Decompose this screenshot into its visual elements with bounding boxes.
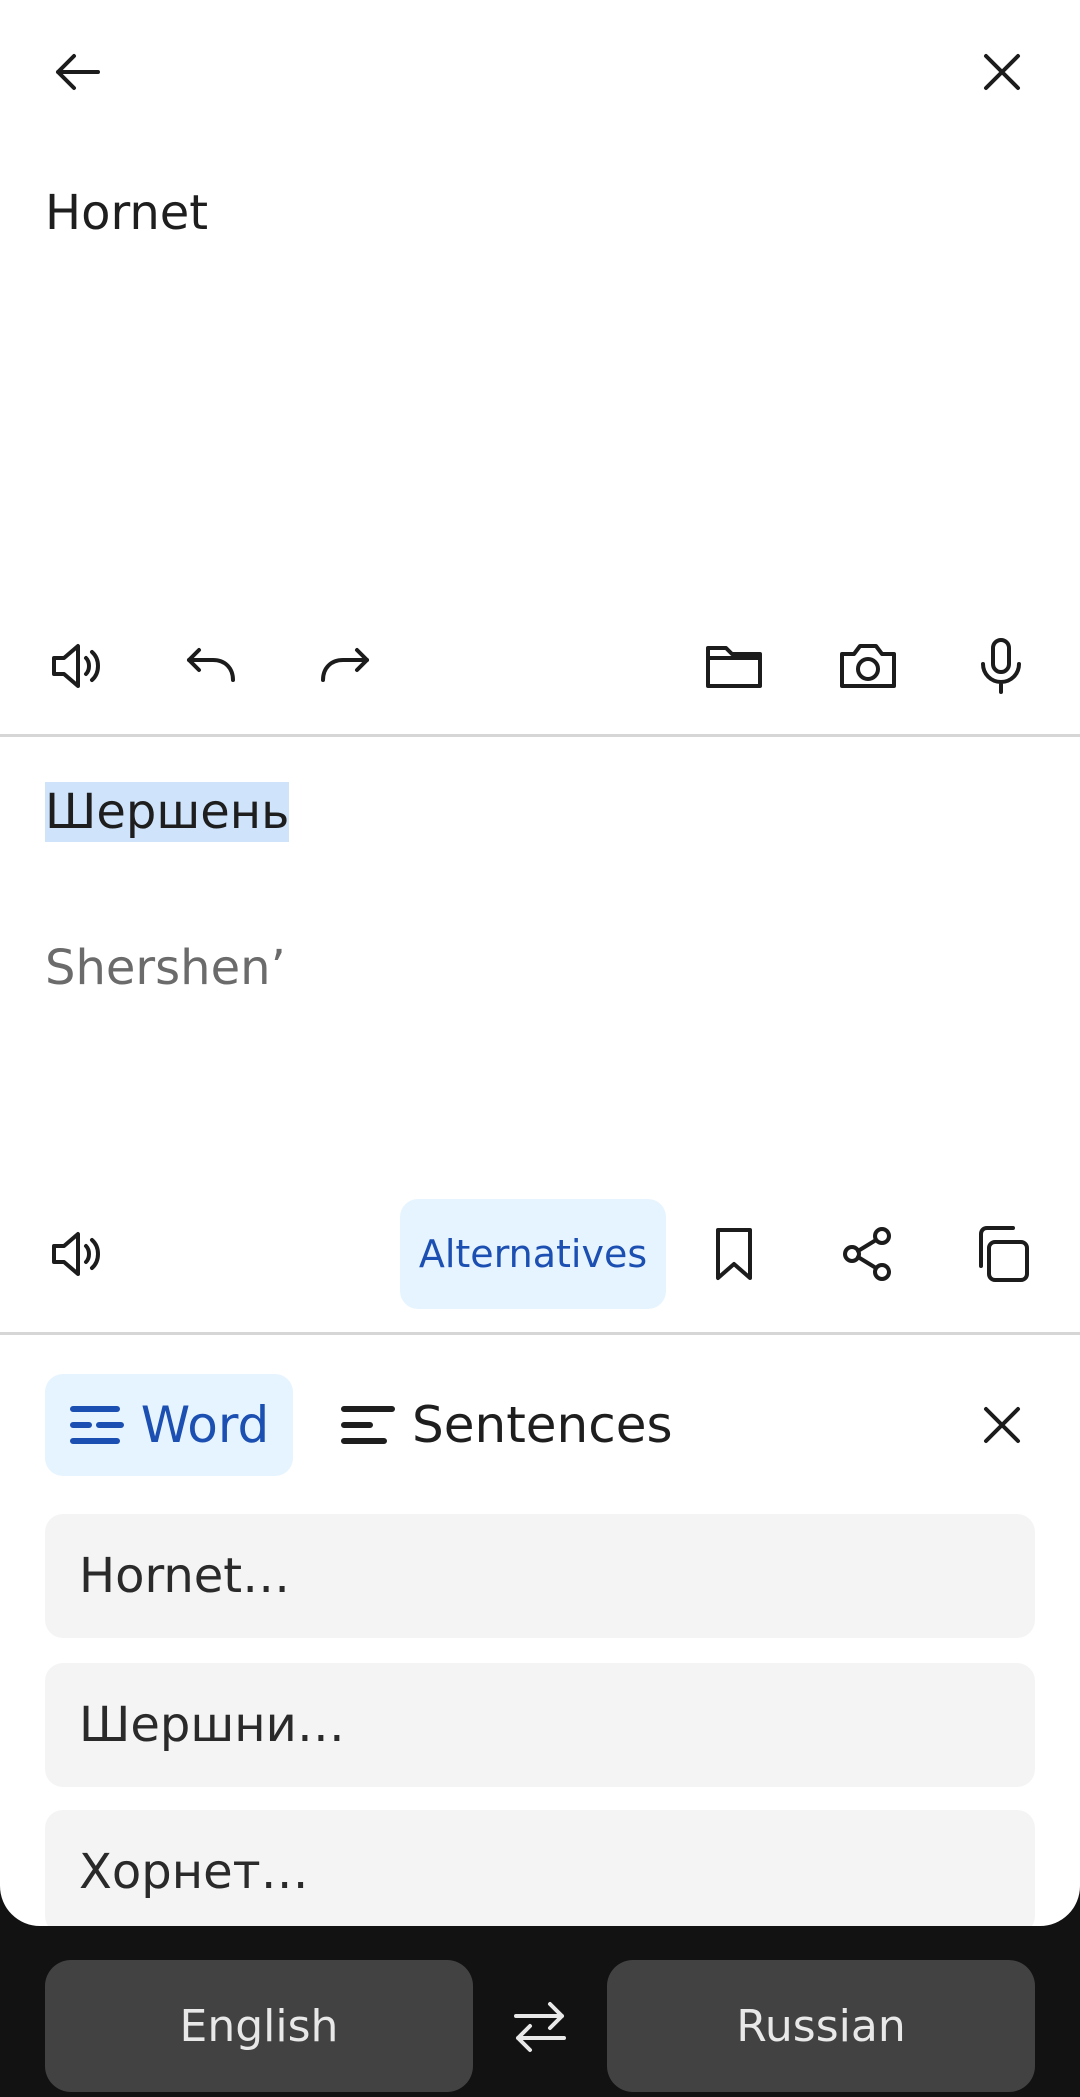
source-language-button[interactable]: English [45,1960,473,2092]
redo-icon[interactable] [309,630,381,702]
folder-icon[interactable] [698,630,770,702]
speaker-icon[interactable] [42,1218,114,1290]
suggestion-item[interactable]: Хорнет… [45,1810,1035,1926]
close-panel-icon[interactable] [966,1389,1038,1461]
back-arrow-icon[interactable] [42,36,114,108]
source-text-input[interactable]: Hornet [45,185,208,241]
alternatives-button[interactable]: Alternatives [400,1199,666,1309]
translation-text[interactable]: Шершень [45,782,290,842]
camera-icon[interactable] [832,630,904,702]
bookmark-icon[interactable] [698,1218,770,1290]
swap-icon[interactable] [504,1990,576,2062]
tab-word-label: Word [140,1396,270,1454]
share-icon[interactable] [832,1218,904,1290]
tab-sentences[interactable]: Sentences [340,1374,673,1476]
speaker-icon[interactable] [42,630,114,702]
copy-icon[interactable] [965,1218,1037,1290]
divider [0,1332,1080,1335]
tab-word[interactable]: Word [45,1374,293,1476]
suggestion-item[interactable]: Hornet… [45,1514,1035,1638]
divider [0,734,1080,737]
target-language-button[interactable]: Russian [607,1960,1035,2092]
word-lines-icon [69,1406,124,1444]
translator-sheet: Hornet Шершень Shershen’ Alternatives Wo… [0,0,1080,1926]
tab-sentences-label: Sentences [412,1396,673,1454]
suggestion-item[interactable]: Шершни… [45,1663,1035,1787]
sentences-lines-icon [341,1406,395,1444]
transliteration-text: Shershen’ [45,940,286,996]
undo-icon[interactable] [175,630,247,702]
microphone-icon[interactable] [965,630,1037,702]
close-icon[interactable] [966,36,1038,108]
